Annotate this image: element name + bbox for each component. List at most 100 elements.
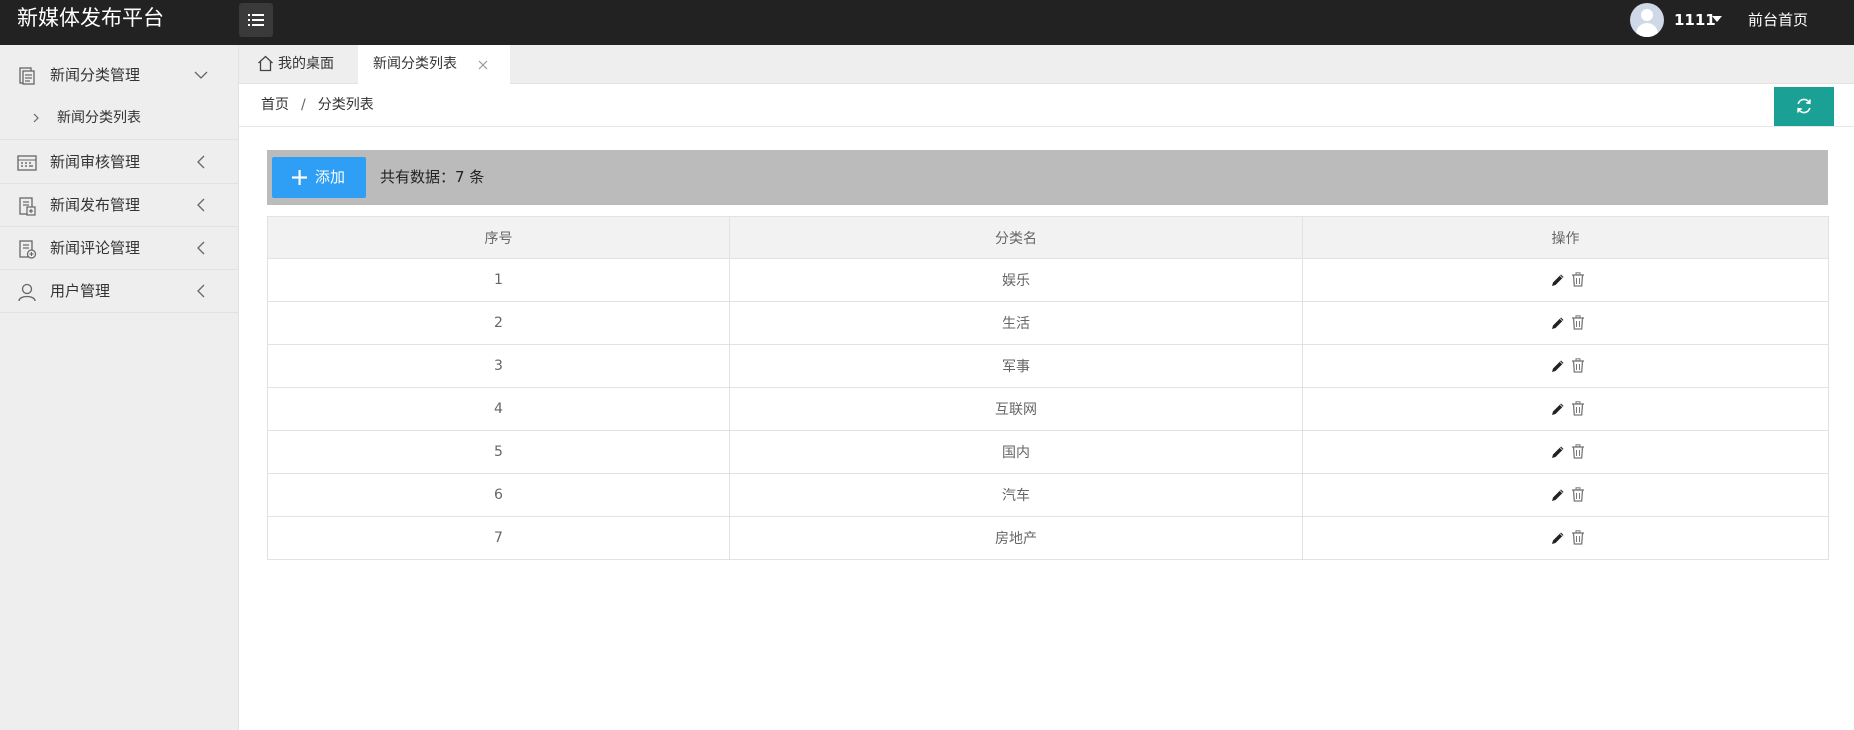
- top-header: 新媒体发布平台 1111 前台首页: [0, 0, 1854, 45]
- table-row: 2 生活: [267, 301, 1829, 345]
- table-row: 3 军事: [267, 344, 1829, 388]
- caret-down-icon[interactable]: [1712, 16, 1722, 22]
- column-header-name: 分类名: [729, 216, 1303, 259]
- trash-icon[interactable]: [1571, 315, 1585, 330]
- breadcrumb-separator: /: [301, 97, 306, 113]
- cell-name: 国内: [729, 430, 1303, 474]
- sidebar-item-category-management[interactable]: 新闻分类管理: [0, 54, 239, 97]
- column-header-id: 序号: [267, 216, 730, 259]
- cell-actions: [1302, 516, 1829, 560]
- front-home-link[interactable]: 前台首页: [1748, 3, 1808, 37]
- comment-icon: [19, 240, 37, 259]
- plus-icon: [292, 170, 307, 185]
- chevron-left-icon: [197, 155, 205, 169]
- edit-icon[interactable]: [1551, 531, 1565, 545]
- trash-icon[interactable]: [1571, 530, 1585, 545]
- add-button[interactable]: 添加: [272, 157, 366, 198]
- grid-icon: [17, 155, 37, 171]
- row-actions: [1551, 401, 1584, 417]
- trash-icon[interactable]: [1571, 272, 1585, 287]
- refresh-icon: [1797, 98, 1811, 114]
- avatar[interactable]: [1630, 3, 1664, 37]
- trash-icon[interactable]: [1571, 444, 1585, 459]
- tab-bar: 我的桌面 新闻分类列表: [239, 45, 1854, 85]
- hamburger-icon: [248, 14, 264, 26]
- breadcrumb-current: 分类列表: [317, 97, 374, 113]
- trash-icon[interactable]: [1571, 358, 1585, 373]
- edit-icon[interactable]: [1551, 445, 1565, 459]
- row-actions: [1551, 315, 1584, 331]
- trash-icon[interactable]: [1571, 401, 1585, 416]
- chevron-left-icon: [197, 198, 205, 212]
- breadcrumb-home[interactable]: 首页: [261, 97, 289, 113]
- breadcrumb: 首页 / 分类列表: [261, 84, 374, 126]
- sidebar-item-user-management[interactable]: 用户管理: [0, 270, 239, 313]
- chevron-down-icon: [194, 71, 208, 79]
- publish-icon: [19, 197, 36, 216]
- category-table: 序号 分类名 操作 1 娱乐 2 生活 3 军事 4 互联网 5 国内 6 汽车…: [267, 216, 1829, 560]
- cell-name: 房地产: [729, 516, 1303, 560]
- user-icon: [18, 283, 36, 302]
- table-row: 1 娱乐: [267, 258, 1829, 302]
- cell-actions: [1302, 387, 1829, 431]
- sidebar-item-review-management[interactable]: 新闻审核管理: [0, 141, 239, 184]
- chevron-left-icon: [197, 284, 205, 298]
- cell-actions: [1302, 301, 1829, 345]
- cell-name: 军事: [729, 344, 1303, 388]
- sidebar-item-label: 新闻审核管理: [50, 153, 141, 171]
- cell-id: 5: [267, 430, 730, 474]
- user-name[interactable]: 1111: [1674, 3, 1716, 37]
- sidebar-item-publish-management[interactable]: 新闻发布管理: [0, 184, 239, 227]
- menu-toggle-button[interactable]: [239, 3, 273, 37]
- close-icon[interactable]: [476, 58, 490, 72]
- sidebar: 新闻分类管理 新闻分类列表 新闻审核管理 新闻发布管理 新闻评论管理 用户管理: [0, 45, 239, 730]
- tab-category-list[interactable]: 新闻分类列表: [358, 45, 510, 85]
- column-header-actions: 操作: [1302, 216, 1829, 259]
- cell-name: 汽车: [729, 473, 1303, 517]
- sidebar-item-comment-management[interactable]: 新闻评论管理: [0, 227, 239, 270]
- table-row: 6 汽车: [267, 473, 1829, 517]
- table-row: 5 国内: [267, 430, 1829, 474]
- chevron-left-icon: [197, 241, 205, 255]
- tab-label: 新闻分类列表: [373, 56, 457, 72]
- record-count: 共有数据：7 条: [380, 168, 485, 186]
- edit-icon[interactable]: [1551, 359, 1565, 373]
- cell-id: 6: [267, 473, 730, 517]
- cell-actions: [1302, 430, 1829, 474]
- tab-my-desktop[interactable]: 我的桌面: [239, 45, 358, 84]
- home-icon: [258, 55, 273, 72]
- cell-name: 生活: [729, 301, 1303, 345]
- edit-icon[interactable]: [1551, 402, 1565, 416]
- trash-icon[interactable]: [1571, 487, 1585, 502]
- app-title: 新媒体发布平台: [17, 6, 164, 30]
- row-actions: [1551, 444, 1584, 460]
- cell-actions: [1302, 258, 1829, 302]
- sidebar-item-label: 新闻评论管理: [50, 239, 141, 257]
- row-actions: [1551, 272, 1584, 288]
- breadcrumb-bar: 首页 / 分类列表: [239, 84, 1854, 127]
- edit-icon[interactable]: [1551, 273, 1565, 287]
- sidebar-item-label: 新闻发布管理: [50, 196, 141, 214]
- chevron-right-icon: [33, 113, 39, 123]
- cell-id: 4: [267, 387, 730, 431]
- edit-icon[interactable]: [1551, 316, 1565, 330]
- cell-actions: [1302, 473, 1829, 517]
- refresh-button[interactable]: [1774, 87, 1834, 126]
- table-row: 7 房地产: [267, 516, 1829, 560]
- cell-id: 7: [267, 516, 730, 560]
- tab-label: 我的桌面: [278, 56, 334, 72]
- cell-actions: [1302, 344, 1829, 388]
- edit-icon[interactable]: [1551, 488, 1565, 502]
- row-actions: [1551, 358, 1584, 374]
- row-actions: [1551, 487, 1584, 503]
- table-header-row: 序号 分类名 操作: [267, 216, 1829, 259]
- table-toolbar: 添加 共有数据：7 条: [267, 150, 1828, 205]
- sidebar-item-label: 新闻分类管理: [50, 66, 141, 84]
- row-actions: [1551, 530, 1584, 546]
- cell-id: 2: [267, 301, 730, 345]
- sidebar-subitem-category-list[interactable]: 新闻分类列表: [0, 97, 239, 140]
- sidebar-item-label: 用户管理: [50, 282, 111, 300]
- cell-name: 娱乐: [729, 258, 1303, 302]
- add-button-label: 添加: [315, 168, 346, 186]
- cell-name: 互联网: [729, 387, 1303, 431]
